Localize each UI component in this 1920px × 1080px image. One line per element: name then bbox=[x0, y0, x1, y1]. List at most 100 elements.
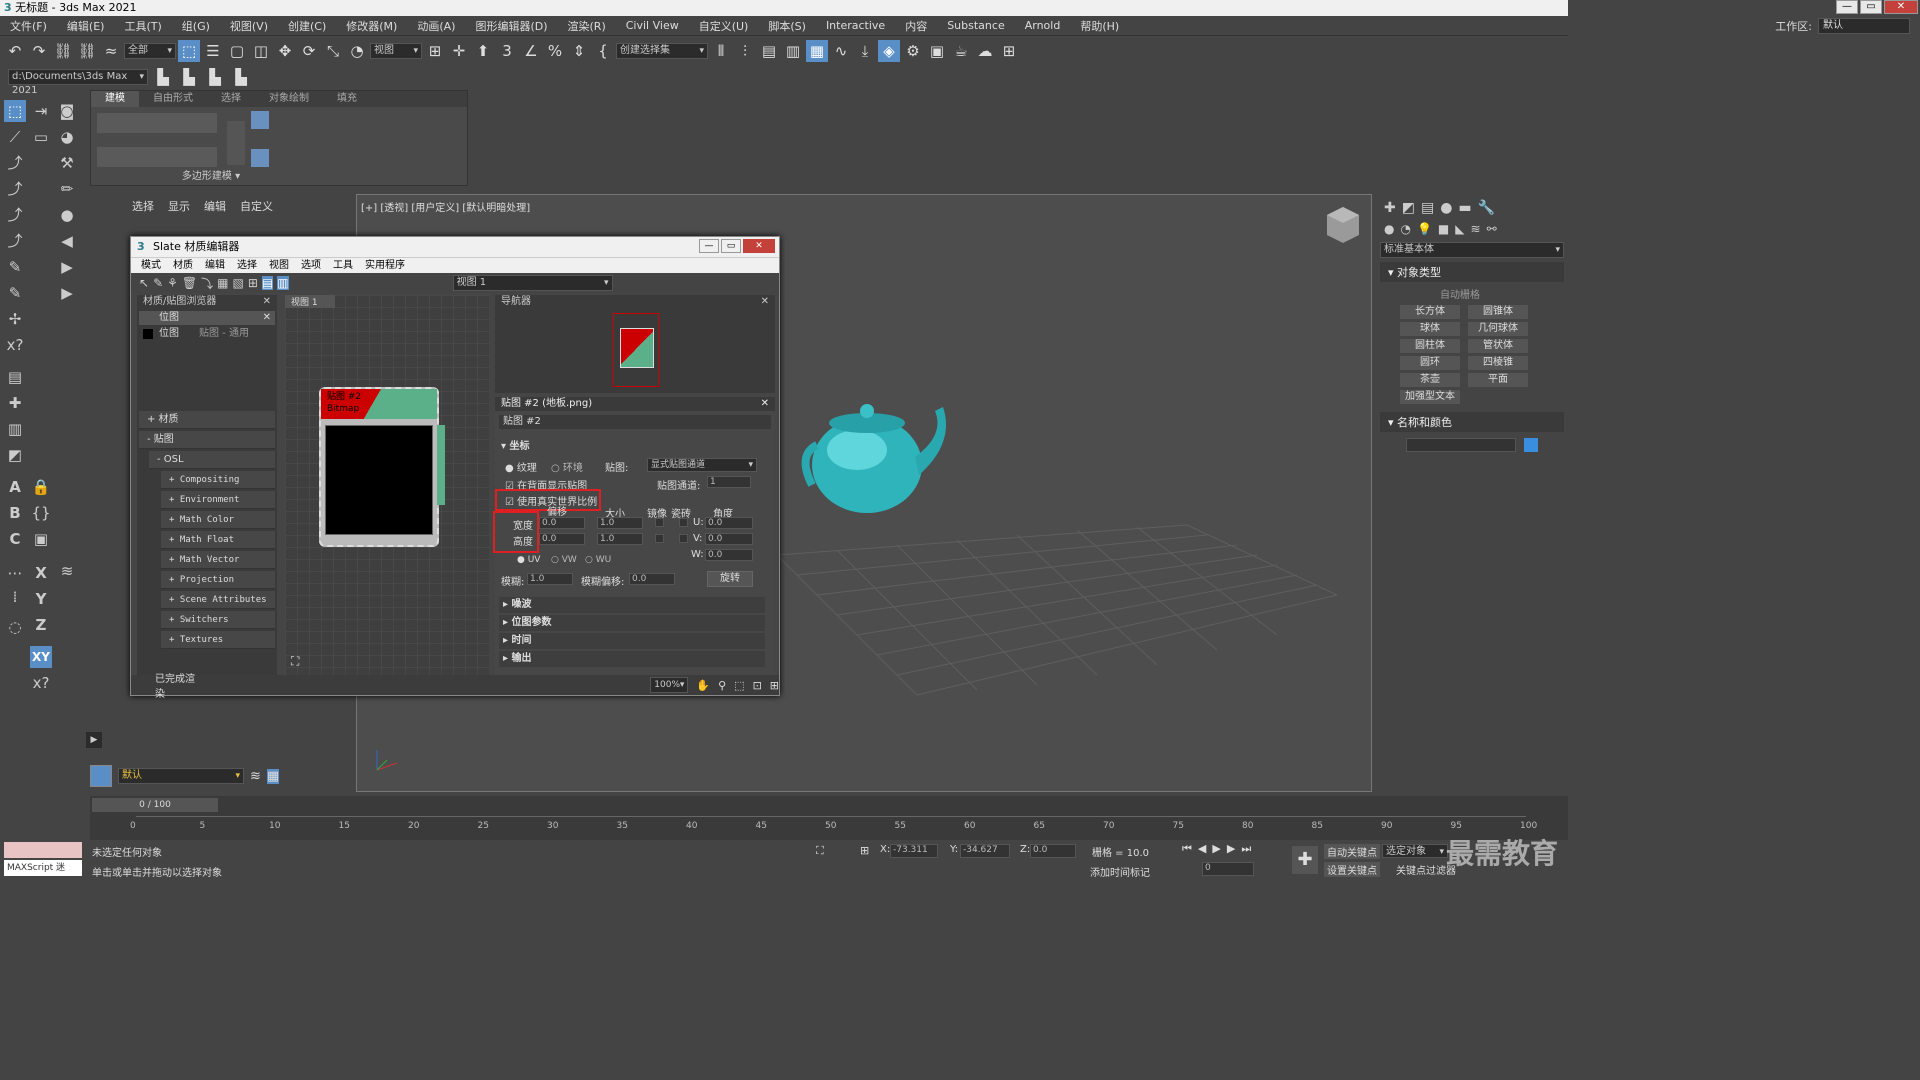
teapot-slot-icon[interactable]: ◕ bbox=[56, 126, 78, 148]
object-type-button[interactable]: 茶壶 bbox=[1400, 373, 1460, 387]
osl-category-item[interactable]: + Math Float bbox=[161, 531, 275, 549]
browser-close-icon[interactable]: ✕ bbox=[263, 296, 271, 308]
schematic-view-icon[interactable]: ⤓ bbox=[854, 40, 876, 62]
object-name-field[interactable] bbox=[1406, 438, 1516, 452]
render-setup-icon[interactable]: ⚙ bbox=[902, 40, 924, 62]
param-rollout-header[interactable]: ▸ 输出 bbox=[499, 651, 765, 667]
align-tool-icon[interactable]: ▥ bbox=[4, 418, 26, 440]
ribbon-group-label[interactable]: 多边形建模 ▾ bbox=[91, 167, 331, 182]
absolute-mode-icon[interactable]: ⊞ bbox=[860, 844, 869, 857]
next-frame-icon[interactable]: ▶ bbox=[1227, 842, 1235, 856]
blur-spinner[interactable]: 1.0 bbox=[527, 573, 573, 585]
current-frame-field[interactable]: 0 bbox=[1202, 862, 1254, 876]
move-tool-icon[interactable]: ⇥ bbox=[30, 100, 52, 122]
menu-item[interactable]: Substance bbox=[937, 19, 1015, 32]
object-type-button[interactable]: 平面 bbox=[1468, 373, 1528, 387]
z-coord-field[interactable]: 0.0 bbox=[1030, 844, 1076, 858]
param-rollout-header[interactable]: ▸ 噪波 bbox=[499, 597, 765, 613]
create-tab-icon[interactable]: ✚ bbox=[1384, 200, 1396, 216]
render-icon[interactable]: ☕ bbox=[950, 40, 972, 62]
place-icon[interactable]: ◔ bbox=[346, 40, 368, 62]
menu-item[interactable]: 修改器(M) bbox=[336, 18, 407, 34]
osl-category-item[interactable]: + Math Color bbox=[161, 511, 275, 529]
object-type-button[interactable]: 加强型文本 bbox=[1400, 390, 1460, 404]
maxscript-input[interactable]: MAXScript 迷 bbox=[4, 860, 82, 876]
select-by-name-icon[interactable]: ☰ bbox=[202, 40, 224, 62]
param-rollout-header[interactable]: ▸ 时间 bbox=[499, 633, 765, 649]
x-coord-field[interactable]: -73.311 bbox=[890, 844, 938, 858]
lights-icon[interactable]: 💡 bbox=[1417, 222, 1432, 236]
move-children-icon[interactable]: ⤵ bbox=[201, 275, 213, 292]
mapping-dropdown[interactable]: 显式贴图通道 bbox=[647, 458, 757, 472]
angle-u-spinner[interactable]: 0.0 bbox=[705, 517, 753, 529]
menu-item[interactable]: 组(G) bbox=[172, 18, 220, 34]
osl-category-item[interactable]: + Textures bbox=[161, 631, 275, 649]
params-close-icon[interactable]: ✕ bbox=[761, 398, 769, 410]
scene-explorer-tab[interactable]: 选择 bbox=[132, 198, 154, 214]
add-time-tag[interactable]: 添加时间标记 bbox=[1090, 864, 1150, 879]
pen-tool-icon[interactable]: ✎ bbox=[4, 256, 26, 278]
pin-tool-icon[interactable]: ⤴ bbox=[4, 178, 26, 200]
window-tool-icon[interactable]: ▭ bbox=[30, 126, 52, 148]
osl-category-item[interactable]: + Compositing bbox=[161, 471, 275, 489]
link-tool-icon[interactable]: ⤴ bbox=[4, 152, 26, 174]
ribbon-tab[interactable]: 对象绘制 bbox=[255, 91, 323, 107]
play-icon[interactable]: ▶ bbox=[1212, 842, 1220, 856]
pick-material-icon[interactable]: ✎ bbox=[153, 276, 163, 290]
hook-tool-icon[interactable]: ⤴ bbox=[4, 204, 26, 226]
select-mode-icon[interactable]: ⬚ bbox=[4, 100, 26, 122]
show-map-icon[interactable]: ▦ bbox=[217, 276, 228, 290]
object-type-button[interactable]: 长方体 bbox=[1400, 305, 1460, 319]
speaker-icon[interactable]: ◀ bbox=[56, 230, 78, 252]
osl-category-item[interactable]: + Math Vector bbox=[161, 551, 275, 569]
expand-arrow-icon[interactable]: ▶ bbox=[86, 732, 102, 748]
layers-icon[interactable]: ≋ bbox=[250, 769, 261, 784]
ribbon-tab[interactable]: 选择 bbox=[207, 91, 255, 107]
spinner-snap-icon[interactable]: ⇕ bbox=[568, 40, 590, 62]
scene-explorer-icon[interactable]: ▤ bbox=[758, 40, 780, 62]
rotate-button[interactable]: 旋转 bbox=[707, 571, 753, 587]
node-output-socket[interactable] bbox=[437, 425, 445, 505]
object-color-swatch[interactable] bbox=[1524, 438, 1538, 452]
slate-menu-item[interactable]: 选择 bbox=[237, 258, 257, 273]
selection-filter-dropdown[interactable]: 全部 bbox=[124, 43, 176, 59]
ribbon-toggle-icon[interactable]: ▦ bbox=[806, 40, 828, 62]
menu-item[interactable]: 工具(T) bbox=[114, 18, 171, 34]
layer-dropdown[interactable]: 默认 bbox=[118, 768, 244, 784]
category-osl[interactable]: - OSL bbox=[149, 451, 275, 469]
isolate-icon[interactable]: ⛶ bbox=[816, 844, 824, 858]
menu-item[interactable]: 脚本(S) bbox=[758, 18, 816, 34]
osl-category-item[interactable]: + Scene Attributes bbox=[161, 591, 275, 609]
offset-height-spinner[interactable]: 0.0 bbox=[539, 533, 585, 545]
object-type-button[interactable]: 圆柱体 bbox=[1400, 339, 1460, 353]
list-tool-icon[interactable]: ▤ bbox=[4, 366, 26, 388]
tile-v-checkbox[interactable] bbox=[679, 534, 688, 543]
layer-explorer-icon[interactable]: ▥ bbox=[782, 40, 804, 62]
tile-u-checkbox[interactable] bbox=[679, 518, 688, 527]
zoom-region-icon[interactable]: ⬚ bbox=[734, 679, 744, 692]
slate-menu-item[interactable]: 材质 bbox=[173, 258, 193, 273]
viewcube-icon[interactable] bbox=[1327, 207, 1359, 243]
minimize-button[interactable]: — bbox=[1836, 0, 1858, 14]
slate-menu-item[interactable]: 模式 bbox=[141, 258, 161, 273]
shapes-icon[interactable]: ◔ bbox=[1400, 222, 1410, 236]
keyboard-shortcut-icon[interactable]: ⬆ bbox=[472, 40, 494, 62]
zoom-extents-icon[interactable]: ⊡ bbox=[753, 679, 762, 692]
channel-spinner[interactable]: 1 bbox=[707, 476, 751, 488]
object-type-button[interactable]: 管状体 bbox=[1468, 339, 1528, 353]
menu-item[interactable]: 渲染(R) bbox=[558, 18, 616, 34]
ribbon-mode-icon-2[interactable] bbox=[251, 149, 269, 167]
mirror-v-checkbox[interactable] bbox=[655, 534, 664, 543]
hammer-icon[interactable]: ⚒ bbox=[56, 152, 78, 174]
mirror-u-checkbox[interactable] bbox=[655, 518, 664, 527]
layout-icon[interactable]: ⊞ bbox=[248, 276, 258, 290]
slate-menu-item[interactable]: 视图 bbox=[269, 258, 289, 273]
lock-icon[interactable]: 🔒 bbox=[30, 476, 52, 498]
goto-start-icon[interactable]: ⏮ bbox=[1182, 842, 1192, 856]
menu-item[interactable]: 视图(V) bbox=[220, 18, 278, 34]
object-type-button[interactable]: 圆锥体 bbox=[1468, 305, 1528, 319]
render-cloud-icon[interactable]: ☁ bbox=[974, 40, 996, 62]
osl-category-item[interactable]: + Switchers bbox=[161, 611, 275, 629]
viewport-layout-icon[interactable] bbox=[90, 765, 112, 787]
slate-menu-item[interactable]: 选项 bbox=[301, 258, 321, 273]
